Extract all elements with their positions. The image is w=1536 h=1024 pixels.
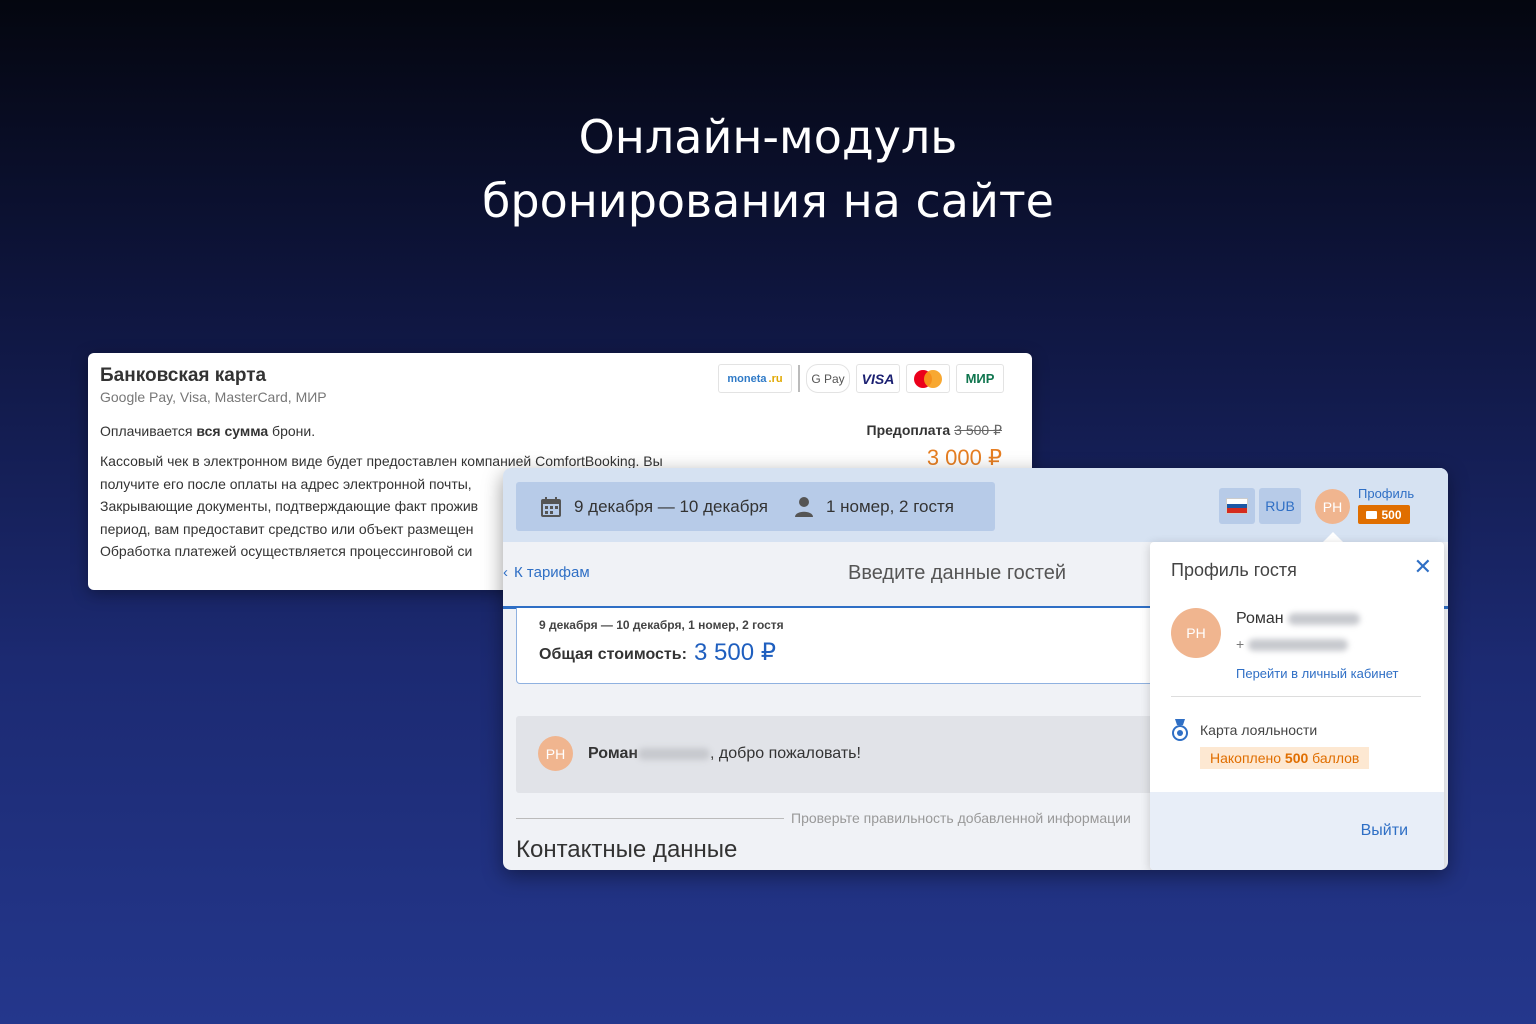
moneta-ru-label: .ru	[768, 372, 783, 385]
welcome-suffix: , добро пожаловать!	[710, 745, 861, 762]
payment-method-subtitle: Google Pay, Visa, MasterCard, МИР	[100, 389, 327, 405]
wallet-icon	[1366, 510, 1378, 519]
search-summary-button[interactable]: 9 декабря — 10 декабря 1 номер, 2 гостя	[516, 482, 995, 531]
profile-link[interactable]: Профиль	[1358, 486, 1414, 501]
close-icon[interactable]: ✕	[1414, 554, 1432, 580]
headline-line-1: Онлайн-модуль	[578, 110, 958, 164]
total-label: Общая стоимость:	[539, 646, 687, 663]
loyalty-card-label: Карта лояльности	[1200, 722, 1318, 738]
stay-dates: 9 декабря — 10 декабря	[574, 496, 768, 516]
logout-button[interactable]: Выйти	[1361, 822, 1408, 840]
google-pay-icon: G Pay	[806, 364, 850, 393]
prepay-label-text: Предоплата	[866, 422, 951, 438]
popup-footer: Выйти	[1150, 792, 1444, 870]
total-value: 3 500 ₽	[694, 639, 776, 666]
welcome-name: Роман	[588, 745, 639, 762]
moneta-icon: moneta .ru	[718, 364, 792, 393]
language-button[interactable]	[1219, 488, 1255, 524]
check-info-text: Проверьте правильность добавленной инфор…	[791, 810, 1131, 826]
calendar-icon	[541, 496, 561, 517]
pay-line-bold: вся сумма	[196, 423, 269, 439]
points-prefix: Накоплено	[1210, 750, 1285, 766]
welcome-banner: PH Роман , добро пожаловать!	[516, 716, 1216, 793]
guest-profile-popup: Профиль гостя ✕ PH Роман + Перейти в лич…	[1150, 542, 1444, 870]
blurred-surname	[638, 747, 711, 760]
payment-icons: moneta .ru G Pay VISA МИР	[718, 364, 1004, 393]
profile-first-name: Роман	[1236, 610, 1284, 627]
points-value: 500	[1284, 750, 1309, 766]
payment-method-title: Банковская карта	[100, 365, 267, 386]
popup-title: Профиль гостя	[1171, 560, 1297, 580]
medal-icon	[1172, 719, 1188, 741]
booking-summary: 9 декабря — 10 декабря, 1 номер, 2 гостя…	[516, 608, 1218, 684]
person-icon	[794, 496, 813, 517]
booking-panel: 9 декабря — 10 декабря 1 номер, 2 гостя …	[503, 468, 1448, 870]
headline-line-2: бронирования на сайте	[482, 174, 1054, 228]
divider	[798, 365, 800, 392]
moneta-label: moneta	[727, 372, 767, 385]
personal-cabinet-link[interactable]: Перейти в личный кабинет	[1236, 666, 1399, 681]
points-badge[interactable]: 500	[1358, 505, 1410, 524]
guests-count: 1 номер, 2 гостя	[825, 496, 954, 516]
pay-line-prefix: Оплачивается	[100, 423, 197, 439]
prepay-old-price: 3 500 ₽	[954, 422, 1002, 438]
payment-scope-text: Оплачивается вся сумма брони.	[100, 423, 315, 439]
pay-line-suffix: брони.	[268, 423, 316, 439]
blurred-phone	[1248, 639, 1349, 652]
profile-phone: +	[1236, 636, 1349, 652]
profile-avatar: PH	[1171, 608, 1221, 658]
mir-icon: МИР	[956, 364, 1004, 393]
visa-icon: VISA	[856, 364, 900, 393]
profile-name: Роман	[1236, 610, 1361, 628]
popup-caret	[1323, 532, 1343, 542]
prepay-label: Предоплата 3 500 ₽	[867, 422, 1002, 439]
loyalty-points: Накоплено 500 баллов	[1200, 747, 1370, 769]
currency-button[interactable]: RUB	[1259, 488, 1301, 524]
check-info-divider: Проверьте правильность добавленной инфор…	[516, 808, 1216, 828]
chevron-left-icon: ‹	[503, 564, 508, 581]
points-badge-value: 500	[1381, 507, 1402, 522]
back-link-label: К тарифам	[514, 564, 590, 581]
russia-flag-icon	[1226, 498, 1248, 514]
headline: Онлайн-модуль бронирования на сайте	[0, 105, 1536, 233]
summary-dates: 9 декабря — 10 декабря, 1 номер, 2 гостя	[539, 618, 784, 632]
blurred-surname	[1288, 612, 1361, 625]
phone-prefix: +	[1236, 636, 1245, 652]
avatar: PH	[538, 736, 573, 771]
booking-topbar: 9 декабря — 10 декабря 1 номер, 2 гостя …	[503, 468, 1448, 542]
divider	[1171, 696, 1421, 697]
points-suffix: баллов	[1308, 750, 1360, 766]
contacts-title: Контактные данные	[516, 836, 738, 863]
welcome-text: Роман , добро пожаловать!	[588, 745, 861, 763]
mastercard-icon	[906, 364, 950, 393]
user-avatar[interactable]: PH	[1315, 489, 1350, 524]
step-title: Введите данные гостей	[848, 562, 1067, 584]
back-to-rates-link[interactable]: ‹ К тарифам	[503, 564, 590, 581]
